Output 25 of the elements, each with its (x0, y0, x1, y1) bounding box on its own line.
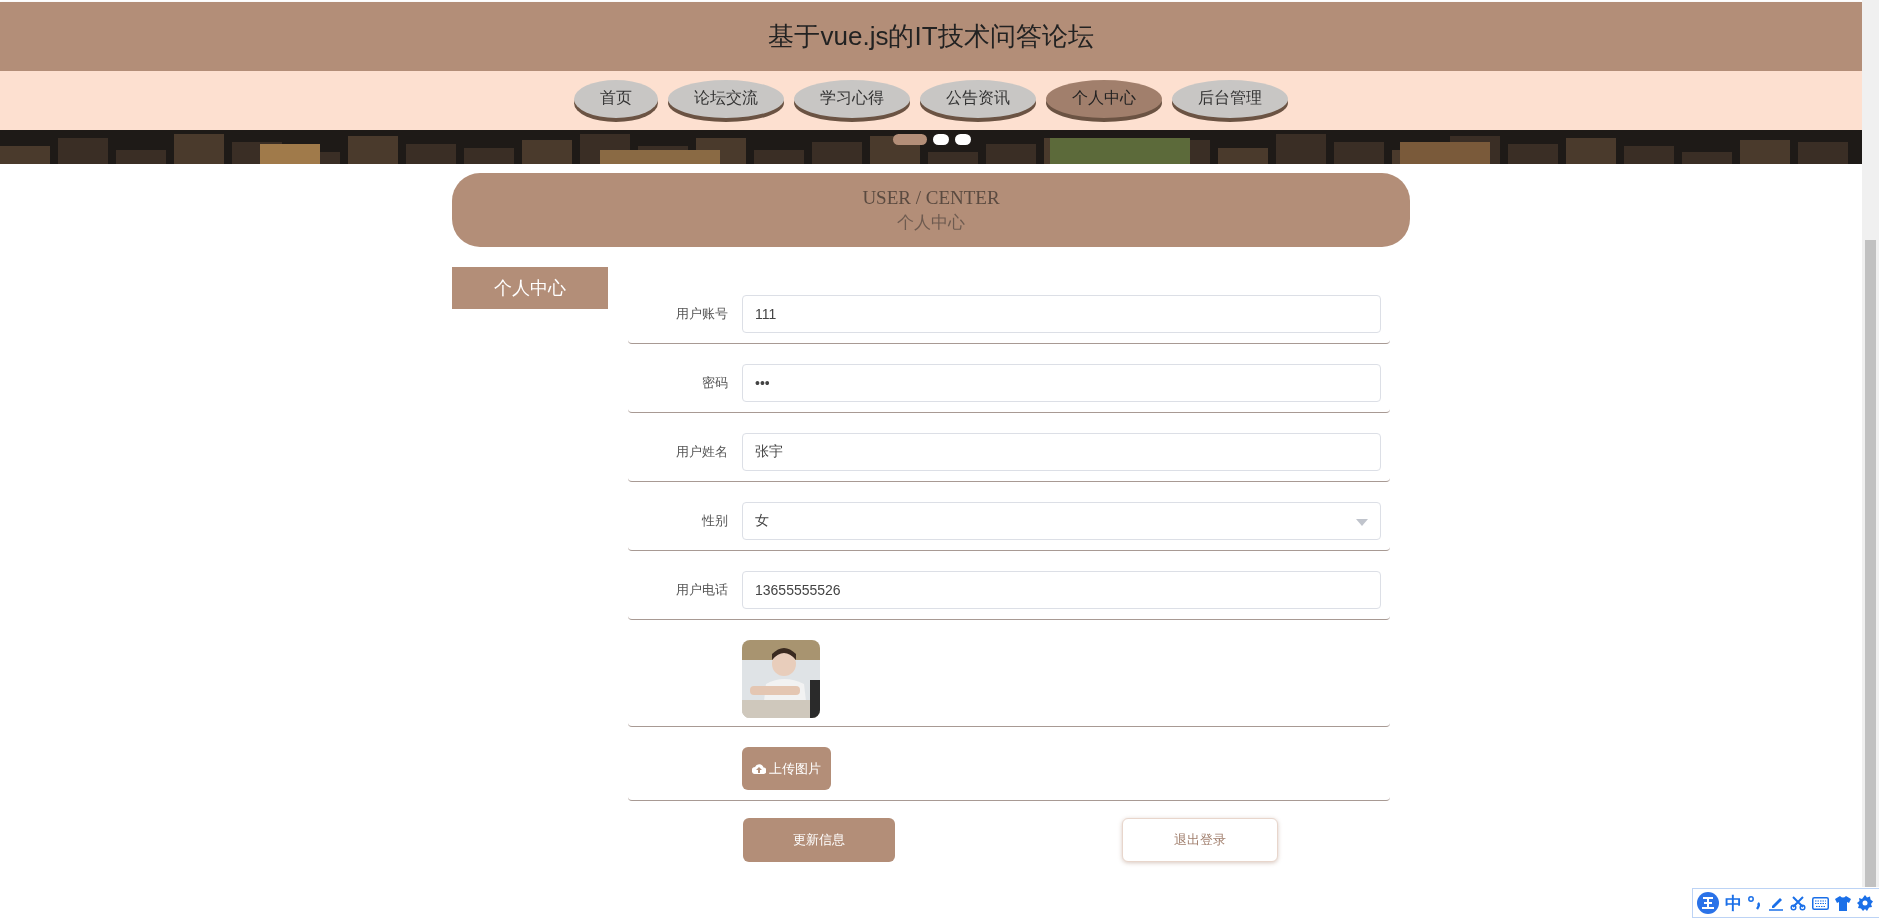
scrollbar[interactable] (1862, 0, 1879, 887)
logout-button[interactable]: 退出登录 (1122, 818, 1278, 862)
input-field[interactable]: 13655555526 (742, 571, 1381, 609)
input-field[interactable]: 张宇 (742, 433, 1381, 471)
scissors-icon[interactable] (1790, 895, 1806, 911)
field-label: 用户姓名 (675, 443, 729, 461)
keyboard-icon[interactable] (1812, 896, 1829, 910)
shirt-icon[interactable] (1835, 895, 1851, 911)
input-field[interactable]: 111 (742, 295, 1381, 333)
section-title: USER / CENTER (862, 186, 1000, 209)
password-field[interactable]: ••• (742, 364, 1381, 402)
section-subtitle: 个人中心 (897, 211, 965, 234)
caret-icon (1356, 519, 1368, 526)
settings-icon[interactable] (1857, 895, 1873, 911)
ime-logo-icon[interactable] (1697, 892, 1719, 914)
pen-icon[interactable] (1768, 895, 1784, 911)
field-label: 用户电话 (675, 581, 729, 599)
site-title: 基于vue.js的IT技术问答论坛 (768, 20, 1094, 53)
punctuation-icon[interactable] (1748, 895, 1762, 911)
field-label: 用户账号 (675, 305, 729, 323)
cloud-upload-icon (752, 763, 766, 774)
select-field[interactable]: 女 (742, 502, 1381, 540)
field-label: 性别 (701, 512, 729, 530)
ime-mode[interactable]: 中 (1725, 891, 1742, 915)
field-label: 密码 (701, 374, 729, 392)
